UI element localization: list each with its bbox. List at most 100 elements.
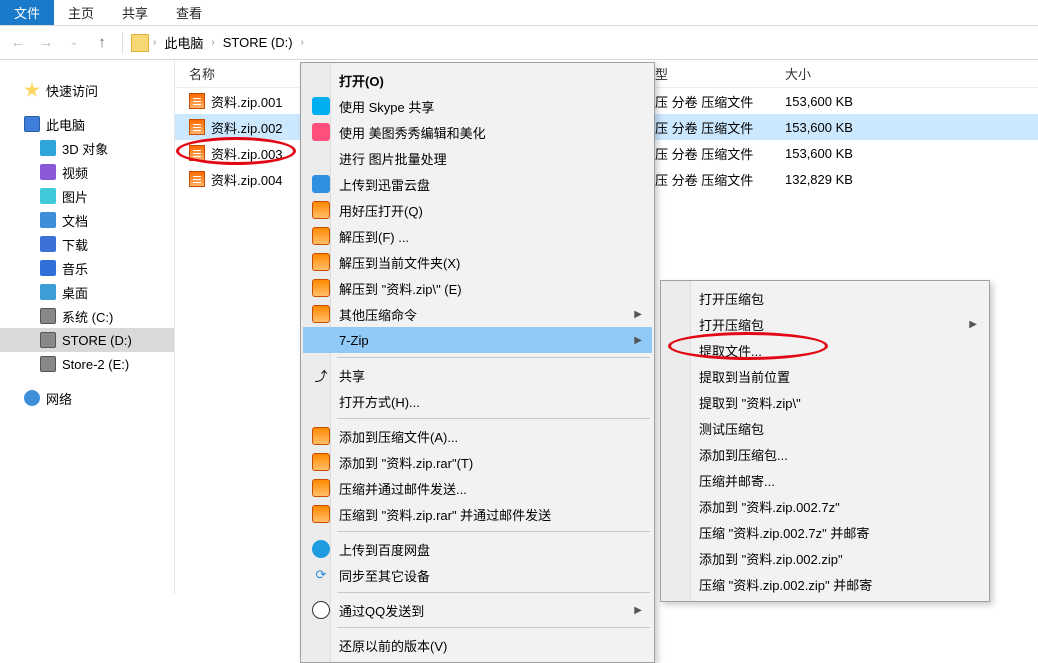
tree-this-pc[interactable]: 此电脑: [0, 112, 174, 136]
submenu-add-archive[interactable]: 添加到压缩包...: [663, 441, 987, 467]
tree-drive-c[interactable]: 系统 (C:): [0, 304, 174, 328]
menu-haozip-open[interactable]: 用好压打开(Q): [303, 197, 652, 223]
tree-drive-e[interactable]: Store-2 (E:): [0, 352, 174, 376]
nav-recent-button[interactable]: ⌄: [62, 31, 86, 55]
tree-drive-d[interactable]: STORE (D:): [0, 328, 174, 352]
chevron-right-icon[interactable]: ›: [153, 37, 156, 48]
image-icon: [40, 188, 56, 204]
nav-forward-button[interactable]: →: [34, 31, 58, 55]
skype-icon: [312, 97, 330, 115]
menu-7zip[interactable]: 7-Zip▶: [303, 327, 652, 353]
submenu-extract-here[interactable]: 提取到当前位置: [663, 363, 987, 389]
submenu-open-archive-1[interactable]: 打开压缩包: [663, 285, 987, 311]
tree-3d-objects[interactable]: 3D 对象: [0, 136, 174, 160]
menu-batch-image[interactable]: 进行 图片批量处理: [303, 145, 652, 171]
ribbon-tab-home[interactable]: 主页: [54, 0, 108, 25]
menu-open-with[interactable]: 打开方式(H)...: [303, 388, 652, 414]
drive-icon: [40, 308, 56, 324]
archive-icon: [312, 479, 330, 497]
menu-qq-send[interactable]: 通过QQ发送到▶: [303, 597, 652, 623]
tree-label: 文档: [62, 211, 88, 230]
star-icon: [24, 82, 40, 98]
drive-icon: [40, 332, 56, 348]
tree-quick-access[interactable]: 快速访问: [0, 78, 174, 102]
menu-extract-to[interactable]: 解压到(F) ...: [303, 223, 652, 249]
ribbon-tab-share[interactable]: 共享: [108, 0, 162, 25]
menu-separator: [337, 627, 650, 628]
tree-label: 网络: [46, 389, 72, 408]
nav-up-button[interactable]: ↑: [90, 31, 114, 55]
archive-icon: [312, 505, 330, 523]
menu-extract-here[interactable]: 解压到当前文件夹(X): [303, 249, 652, 275]
tree-pictures[interactable]: 图片: [0, 184, 174, 208]
crumb-thispc[interactable]: 此电脑: [160, 31, 207, 54]
menu-baidu-upload[interactable]: 上传到百度网盘: [303, 536, 652, 562]
file-type: 压 分卷 压缩文件: [655, 92, 785, 111]
submenu-extract-files[interactable]: 提取文件...: [663, 337, 987, 363]
archive-icon: [312, 453, 330, 471]
menu-sync-devices[interactable]: ⟳同步至其它设备: [303, 562, 652, 588]
tree-label: Store-2 (E:): [62, 357, 129, 372]
menu-separator: [337, 357, 650, 358]
menu-open[interactable]: 打开(O): [303, 67, 652, 93]
file-size: 153,600 KB: [785, 120, 895, 135]
tree-music[interactable]: 音乐: [0, 256, 174, 280]
menu-separator: [337, 531, 650, 532]
tree-videos[interactable]: 视频: [0, 160, 174, 184]
tree-documents[interactable]: 文档: [0, 208, 174, 232]
menu-extract-named[interactable]: 解压到 "资料.zip\" (E): [303, 275, 652, 301]
tree-label: 3D 对象: [62, 139, 108, 158]
ribbon: 文件 主页 共享 查看: [0, 0, 1038, 26]
submenu-compress-zip-mail[interactable]: 压缩 "资料.zip.002.zip" 并邮寄: [663, 571, 987, 597]
submenu-extract-named[interactable]: 提取到 "资料.zip\": [663, 389, 987, 415]
file-size: 132,829 KB: [785, 172, 895, 187]
submenu-compress-mail[interactable]: 压缩并邮寄...: [663, 467, 987, 493]
chevron-right-icon[interactable]: ›: [301, 37, 304, 48]
menu-separator: [337, 418, 650, 419]
breadcrumb[interactable]: › 此电脑 › STORE (D:) ›: [131, 31, 304, 54]
chevron-right-icon: ▶: [634, 309, 642, 320]
submenu-open-archive-2[interactable]: 打开压缩包▶: [663, 311, 987, 337]
archive-icon: [312, 253, 330, 271]
file-type: 压 分卷 压缩文件: [655, 118, 785, 137]
chevron-right-icon[interactable]: ›: [211, 37, 214, 48]
network-icon: [24, 390, 40, 406]
chevron-right-icon: ▶: [969, 319, 977, 330]
menu-thunder-upload[interactable]: 上传到迅雷云盘: [303, 171, 652, 197]
tree-desktop[interactable]: 桌面: [0, 280, 174, 304]
menu-add-archive[interactable]: 添加到压缩文件(A)...: [303, 423, 652, 449]
file-name: 资料.zip.003: [211, 144, 283, 163]
menu-separator: [337, 592, 650, 593]
thunder-icon: [312, 175, 330, 193]
menu-skype-share[interactable]: 使用 Skype 共享: [303, 93, 652, 119]
menu-meitu-edit[interactable]: 使用 美图秀秀编辑和美化: [303, 119, 652, 145]
archive-file-icon: [189, 171, 205, 187]
cube-icon: [40, 140, 56, 156]
archive-file-icon: [189, 93, 205, 109]
menu-share[interactable]: ⤴共享: [303, 362, 652, 388]
share-icon: ⤴: [311, 365, 331, 385]
ribbon-tab-view[interactable]: 查看: [162, 0, 216, 25]
file-size: 153,600 KB: [785, 146, 895, 161]
menu-other-compress[interactable]: 其他压缩命令▶: [303, 301, 652, 327]
tree-downloads[interactable]: 下载: [0, 232, 174, 256]
submenu-add-7z[interactable]: 添加到 "资料.zip.002.7z": [663, 493, 987, 519]
submenu-compress-7z-mail[interactable]: 压缩 "资料.zip.002.7z" 并邮寄: [663, 519, 987, 545]
nav-back-button[interactable]: ←: [6, 31, 30, 55]
tree-label: 音乐: [62, 259, 88, 278]
menu-compress-rar-mail[interactable]: 压缩到 "资料.zip.rar" 并通过邮件发送: [303, 501, 652, 527]
col-size[interactable]: 大小: [785, 64, 895, 83]
menu-compress-mail[interactable]: 压缩并通过邮件发送...: [303, 475, 652, 501]
tree-label: 下载: [62, 235, 88, 254]
ribbon-tab-file[interactable]: 文件: [0, 0, 54, 25]
tree-network[interactable]: 网络: [0, 386, 174, 410]
menu-restore-previous[interactable]: 还原以前的版本(V): [303, 632, 652, 658]
meitu-icon: [312, 123, 330, 141]
col-type[interactable]: 型: [655, 64, 785, 83]
menu-add-rar[interactable]: 添加到 "资料.zip.rar"(T): [303, 449, 652, 475]
drive-icon: [40, 356, 56, 372]
submenu-add-zip[interactable]: 添加到 "资料.zip.002.zip": [663, 545, 987, 571]
crumb-store-d[interactable]: STORE (D:): [219, 33, 297, 52]
tree-label: 桌面: [62, 283, 88, 302]
submenu-test-archive[interactable]: 测试压缩包: [663, 415, 987, 441]
